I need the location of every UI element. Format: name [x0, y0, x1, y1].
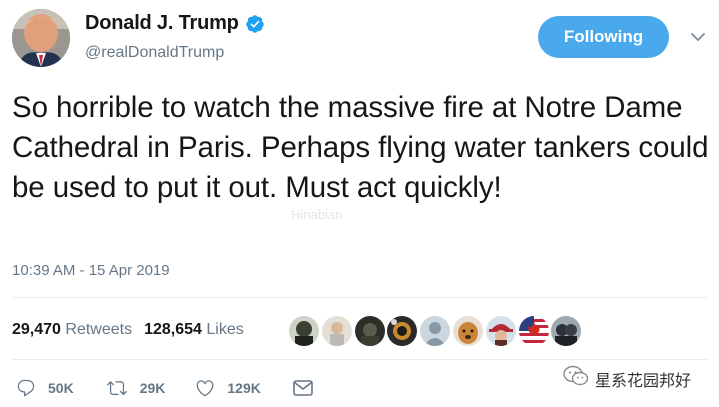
retweet-button[interactable]: 29K: [106, 378, 166, 398]
liker-avatar[interactable]: [289, 316, 319, 346]
tweet-text: So horrible to watch the massive fire at…: [12, 91, 709, 204]
divider: [12, 359, 707, 360]
retweets-count: 29,470: [12, 321, 61, 338]
liker-avatar[interactable]: [485, 316, 516, 346]
like-count: 129K: [227, 380, 261, 396]
tweet-timestamp[interactable]: 10:39 AM - 15 Apr 2019: [12, 262, 170, 279]
liker-avatar[interactable]: [518, 316, 549, 346]
envelope-icon: [293, 379, 313, 397]
likes-stat[interactable]: 128,654 Likes: [144, 321, 244, 339]
liker-avatar[interactable]: [354, 316, 385, 346]
user-handle[interactable]: @realDonaldTrump: [85, 44, 224, 62]
wechat-account-name: 星系花园邦好: [595, 370, 692, 390]
following-button[interactable]: Following: [538, 16, 669, 58]
chevron-down-icon[interactable]: [690, 30, 706, 42]
liker-avatar[interactable]: [551, 316, 582, 346]
heart-icon: [195, 378, 215, 398]
wechat-watermark: 星系花园邦好: [563, 365, 691, 392]
reply-button[interactable]: 50K: [16, 378, 74, 398]
retweets-label: Retweets: [65, 321, 133, 338]
liker-avatar[interactable]: [452, 316, 483, 346]
avatar[interactable]: [12, 9, 70, 67]
like-button[interactable]: 129K: [195, 378, 261, 398]
retweet-count: 29K: [139, 380, 166, 396]
direct-message-button[interactable]: [293, 379, 313, 397]
liker-avatar[interactable]: [420, 316, 451, 346]
reply-count: 50K: [48, 380, 74, 396]
likes-count: 128,654: [144, 321, 202, 338]
display-name[interactable]: Donald J. Trump: [85, 12, 239, 35]
watermark-text: Hinabian: [291, 207, 343, 222]
likes-label: Likes: [206, 321, 244, 338]
likers-list: [289, 316, 584, 346]
reply-icon: [16, 378, 36, 398]
liker-avatar[interactable]: [387, 316, 418, 346]
retweets-stat[interactable]: 29,470 Retweets: [12, 321, 132, 339]
liker-avatar[interactable]: [321, 316, 352, 346]
divider: [12, 297, 707, 298]
verified-badge-icon: [245, 14, 265, 34]
wechat-icon: [563, 365, 589, 392]
retweet-icon: [106, 378, 128, 398]
